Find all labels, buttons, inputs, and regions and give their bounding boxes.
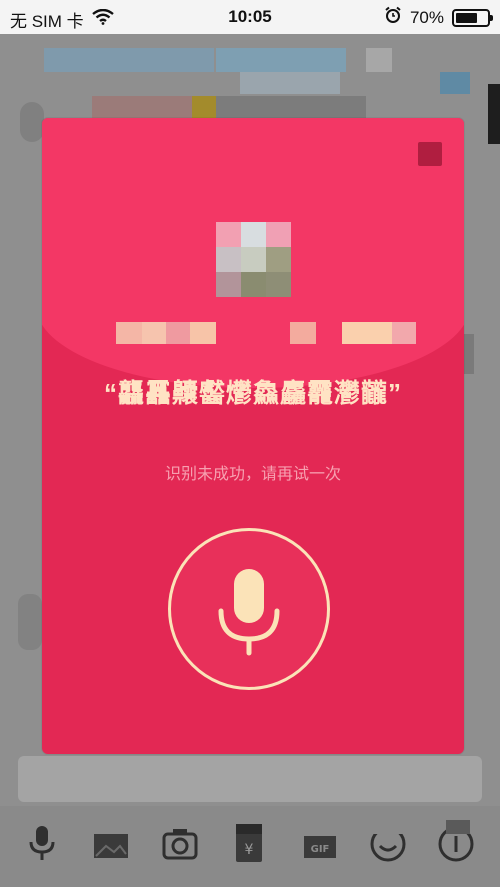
image-icon[interactable] <box>92 820 132 864</box>
status-bar: 无 SIM 卡 10:05 70% <box>0 0 500 34</box>
battery-icon <box>452 8 493 27</box>
battery-percent: 70% <box>409 7 444 27</box>
red-envelope-modal: “龘靐齉齾爩鱻麤龗灪龖” 识别未成功，请再试一次 <box>42 118 464 754</box>
plus-icon[interactable] <box>436 820 476 864</box>
close-icon[interactable] <box>418 142 442 166</box>
voice-record-button[interactable] <box>168 528 330 690</box>
gif-icon[interactable]: GIF <box>300 820 340 864</box>
bottom-toolbar: ¥ GIF <box>0 806 500 887</box>
recognition-failed-hint: 识别未成功，请再试一次 <box>164 466 341 483</box>
emoji-icon[interactable] <box>368 820 408 864</box>
microphone-icon[interactable] <box>22 820 62 864</box>
red-packet-icon[interactable]: ¥ <box>230 820 270 864</box>
battery-level <box>456 12 477 23</box>
recognized-text: “龘靐齉齾爩鱻麤龗灪龖” <box>103 378 402 408</box>
svg-text:GIF: GIF <box>311 844 330 855</box>
avatar <box>216 222 292 298</box>
sender-name-blurred <box>116 322 416 344</box>
camera-icon[interactable] <box>160 820 200 864</box>
screen: 无 SIM 卡 10:05 70% “龘靐齉齾爩鱻麤龗灪龖” 识别未成功，请再试… <box>0 0 500 887</box>
microphone-icon <box>218 569 280 656</box>
alarm-icon <box>384 6 402 29</box>
svg-text:¥: ¥ <box>245 842 254 858</box>
message-input-area[interactable] <box>18 756 482 802</box>
